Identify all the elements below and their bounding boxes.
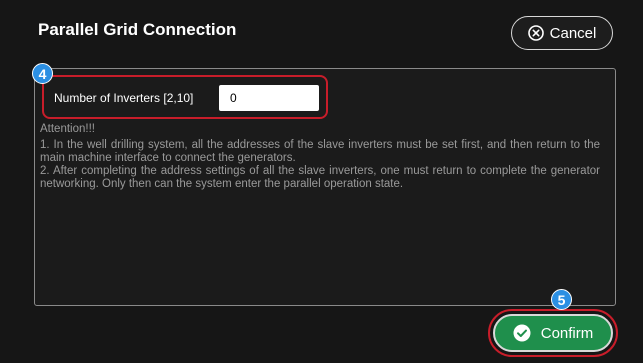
attention-line-2: 2. After completing the address settings… [40, 165, 600, 190]
attention-heading: Attention!!! [40, 123, 95, 135]
confirm-label: Confirm [540, 324, 594, 342]
attention-line-1: 1. In the well drilling system, all the … [40, 139, 600, 164]
cancel-button[interactable]: Cancel [511, 16, 613, 50]
step-badge-5: 5 [551, 289, 572, 310]
step-badge-4: 4 [32, 63, 53, 84]
dialog-title: Parallel Grid Connection [38, 20, 237, 39]
circle-x-icon [527, 25, 544, 41]
cancel-label: Cancel [549, 24, 597, 42]
inverters-label: Number of Inverters [2,10] [54, 91, 194, 105]
inverters-input[interactable] [219, 85, 319, 111]
circle-check-icon [513, 324, 531, 342]
confirm-button[interactable]: Confirm [493, 314, 613, 352]
attention-notice: Attention!!! 1. In the well drilling sys… [40, 123, 600, 191]
parallel-grid-dialog: Parallel Grid Connection Cancel 4 Number… [0, 0, 643, 363]
